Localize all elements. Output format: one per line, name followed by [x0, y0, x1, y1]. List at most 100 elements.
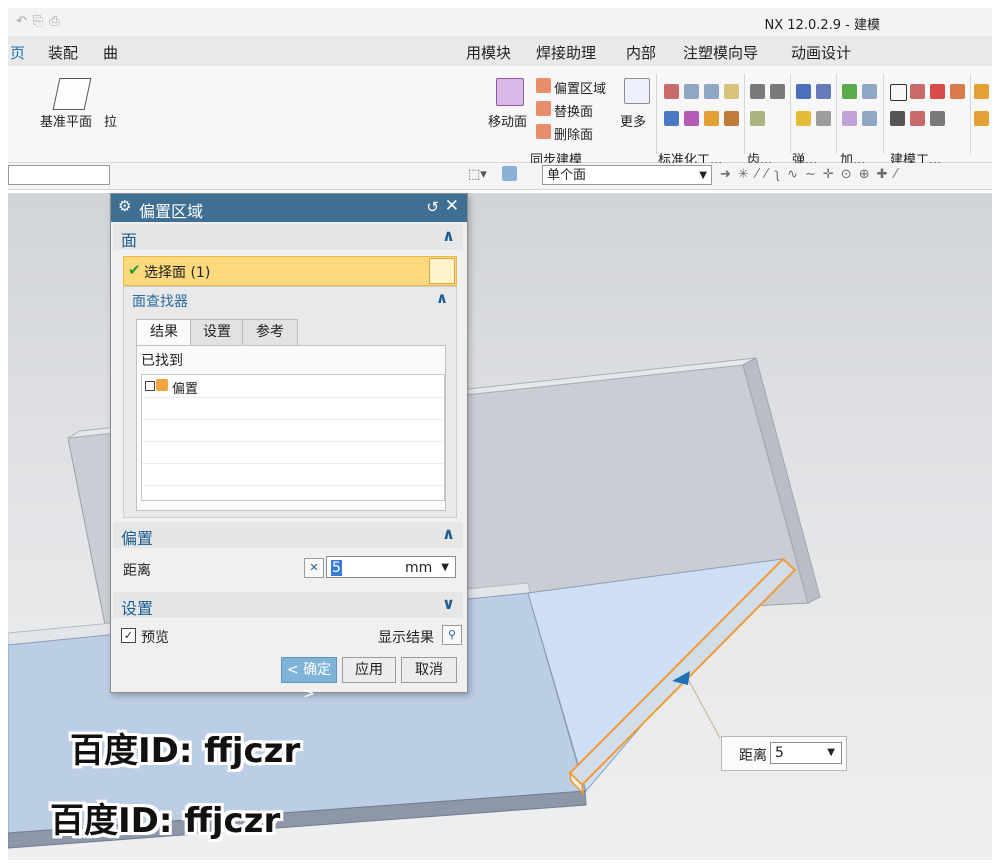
face-finder-panel: 面查找器 ∧ 结果 设置 参考 已找到 偏置 — [123, 286, 457, 518]
type-filter-dropdown[interactable] — [8, 165, 110, 185]
gear-tool-icon[interactable] — [750, 111, 765, 126]
menu-internal[interactable]: 内部 — [626, 42, 656, 63]
popup-distance-input[interactable]: 5 ▼ — [770, 742, 842, 764]
modeling-tool-icon[interactable] — [910, 84, 925, 99]
face-section-header[interactable]: 面 ∧ — [113, 224, 463, 250]
dialog-title: 偏置区域 — [139, 202, 204, 221]
std-tool-icon[interactable] — [684, 111, 699, 126]
spring-tool-icon[interactable] — [816, 84, 831, 99]
datum-plane-label[interactable]: 基准平面 — [40, 111, 92, 130]
ribbon-separator — [836, 74, 837, 154]
add-tool-icon[interactable] — [842, 84, 857, 99]
extra-tool-icon[interactable] — [974, 111, 989, 126]
delete-face-label[interactable]: 删除面 — [554, 124, 593, 143]
modeling-tool-icon[interactable] — [930, 84, 945, 99]
modeling-tool-icon[interactable] — [890, 111, 905, 126]
menu-animation-design[interactable]: 动画设计 — [791, 42, 851, 63]
extra-tool-icon[interactable] — [974, 84, 989, 99]
face-filter-icon[interactable] — [502, 166, 517, 181]
ok-button[interactable]: < 确定 > — [281, 657, 337, 702]
add-tool-icon[interactable] — [862, 111, 877, 126]
chevron-up-icon[interactable]: ∧ — [442, 524, 455, 543]
face-cube-icon[interactable] — [429, 258, 455, 284]
tab-results[interactable]: 结果 — [136, 319, 192, 347]
more-label[interactable]: 更多 — [620, 111, 646, 130]
triangle-tool-icon[interactable] — [890, 84, 907, 101]
std-tool-icon[interactable] — [704, 84, 719, 99]
chevron-down-icon[interactable]: ▼ — [441, 557, 449, 579]
apply-button[interactable]: 应用 — [342, 657, 396, 683]
menu-weld-assistant[interactable]: 焊接助理 — [536, 42, 596, 63]
chevron-up-icon[interactable]: ∧ — [436, 289, 448, 307]
gear-icon[interactable]: ⚙ — [118, 197, 131, 215]
gear-tool-icon[interactable] — [770, 84, 785, 99]
list-item-empty — [142, 397, 444, 420]
magnifier-icon[interactable]: ⚲ — [442, 625, 462, 645]
move-face-icon[interactable] — [496, 78, 524, 106]
gear-tool-icon[interactable] — [750, 84, 765, 99]
popup-distance-label: 距离 — [739, 748, 767, 764]
ribbon-separator — [744, 74, 745, 154]
offset-section-header[interactable]: 偏置 ∧ — [113, 522, 463, 548]
modeling-tool-icon[interactable] — [910, 111, 925, 126]
datum-plane-icon[interactable] — [52, 78, 92, 110]
found-label: 已找到 — [141, 353, 183, 369]
chevron-up-icon[interactable]: ∧ — [442, 226, 455, 245]
std-tool-icon[interactable] — [664, 84, 679, 99]
ribbon-separator — [656, 74, 657, 154]
replace-face-icon[interactable] — [536, 101, 551, 116]
list-item[interactable]: 偏置 — [142, 375, 444, 398]
select-face-label: 选择面 (1) — [144, 265, 211, 281]
tab-settings[interactable]: 设置 — [190, 319, 244, 346]
settings-section-header[interactable]: 设置 ∨ — [113, 592, 463, 618]
preview-label: 预览 — [141, 630, 169, 646]
std-tool-icon[interactable] — [724, 111, 739, 126]
menu-app-module[interactable]: 用模块 — [466, 42, 511, 63]
chevron-down-icon[interactable]: ▼ — [827, 743, 835, 763]
preview-checkbox[interactable]: ✓ — [121, 628, 136, 643]
measure-icon[interactable]: ✕ — [304, 558, 324, 578]
menu-home[interactable]: 页 — [10, 42, 25, 63]
select-mode-icon[interactable]: ⬚▾ — [468, 167, 487, 182]
snap-point-icons[interactable]: ➜✳⁄⁄ʅ∿∼✛⊙⊕✚⁄ — [720, 167, 904, 182]
std-tool-icon[interactable] — [664, 111, 679, 126]
std-tool-icon[interactable] — [684, 84, 699, 99]
std-tool-icon[interactable] — [724, 84, 739, 99]
chevron-down-icon[interactable]: ∨ — [442, 594, 455, 613]
quick-access-icons[interactable]: ↶⎘⎙ — [16, 14, 66, 29]
menu-assembly[interactable]: 装配 — [48, 42, 78, 63]
dialog-title-bar[interactable]: ⚙ 偏置区域 ↺ ✕ — [111, 194, 467, 222]
offset-region-icon[interactable] — [536, 78, 551, 93]
modeling-tool-icon[interactable] — [930, 111, 945, 126]
settings-section-title: 设置 — [121, 599, 154, 618]
watermark-2: 百度ID: ffjczr — [50, 801, 281, 841]
replace-face-label[interactable]: 替换面 — [554, 101, 593, 120]
spring-tool-icon[interactable] — [796, 111, 811, 126]
graphics-viewport[interactable]: ⚙ 偏置区域 ↺ ✕ 面 ∧ ✔ 选择面 (1) 面查找器 ∧ 结果 设置 参考… — [8, 193, 992, 860]
title-bar: ↶⎘⎙ NX 12.0.2.9 - 建模 — [8, 8, 992, 36]
spring-tool-icon[interactable] — [816, 111, 831, 126]
spring-tool-icon[interactable] — [796, 84, 811, 99]
modeling-tool-icon[interactable] — [950, 84, 965, 99]
distance-value: 5 — [331, 560, 342, 576]
move-face-label[interactable]: 移动面 — [488, 111, 527, 130]
item-checkbox[interactable] — [145, 381, 155, 391]
tab-reference[interactable]: 参考 — [242, 319, 298, 346]
add-tool-icon[interactable] — [862, 84, 877, 99]
select-face-row[interactable]: ✔ 选择面 (1) — [123, 256, 457, 286]
menu-mold-wizard[interactable]: 注塑模向导 — [683, 42, 758, 63]
close-icon[interactable]: ✕ — [445, 196, 459, 216]
more-icon[interactable] — [624, 78, 650, 104]
distance-input[interactable]: 5 mm ▼ — [326, 556, 456, 578]
face-finder-title: 面查找器 — [132, 294, 188, 310]
face-rule-dropdown[interactable]: 单个面 ▼ — [542, 165, 712, 185]
cancel-button[interactable]: 取消 — [401, 657, 457, 683]
reset-icon[interactable]: ↺ — [426, 198, 439, 216]
offset-region-label[interactable]: 偏置区域 — [554, 78, 606, 97]
menu-curve-truncated[interactable]: 曲 — [103, 42, 118, 63]
delete-face-icon[interactable] — [536, 124, 551, 139]
extrude-label-truncated[interactable]: 拉 — [104, 111, 117, 130]
add-tool-icon[interactable] — [842, 111, 857, 126]
offset-region-dialog: ⚙ 偏置区域 ↺ ✕ 面 ∧ ✔ 选择面 (1) 面查找器 ∧ 结果 设置 参考… — [110, 193, 468, 702]
std-tool-icon[interactable] — [704, 111, 719, 126]
